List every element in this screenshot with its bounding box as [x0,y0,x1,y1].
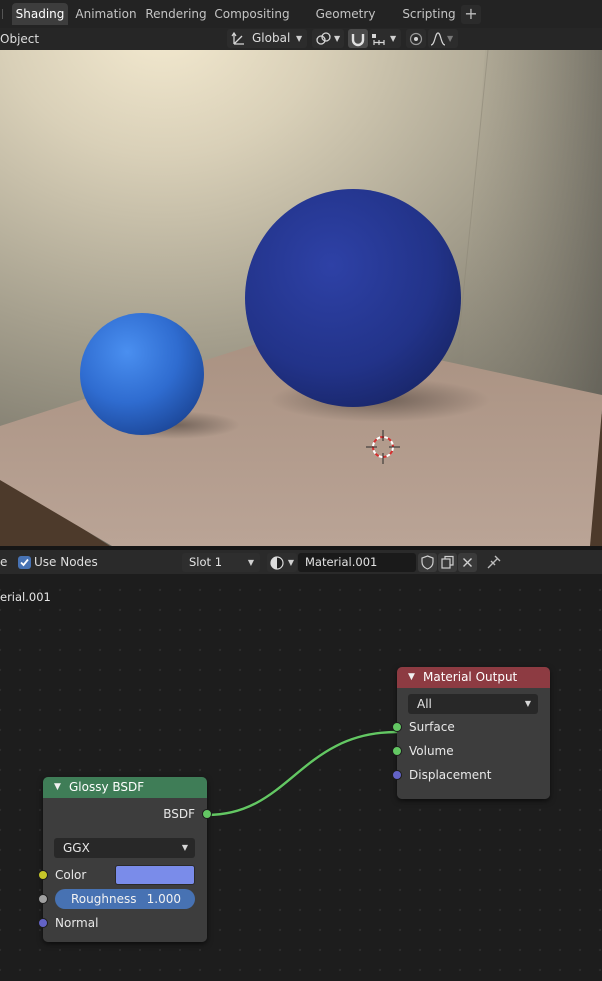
chevron-down-icon: ▼ [447,34,454,43]
chevron-down-icon: ▼ [247,558,254,567]
tab-compositing[interactable]: Compositing [214,3,290,25]
orientation-label: Global [252,31,291,45]
normal-socket[interactable] [38,918,48,928]
pivot-point-dropdown[interactable]: ▼ [312,29,344,48]
viewport-header: Object Global ▼ ▼ ▼ ▼ [0,28,602,50]
3d-viewport[interactable] [0,50,602,546]
node-body: BSDF GGX ▼ Color Roughness 1.000 Normal [38,798,212,942]
view-menu-fragment[interactable]: e [0,554,7,570]
color-label: Color [55,868,87,882]
node-editor-canvas[interactable]: erial.001 ▼ Material Output All ▼ Surfac… [0,574,602,981]
roughness-slider[interactable]: Roughness 1.000 [55,889,195,909]
distribution-dropdown[interactable]: GGX ▼ [54,838,195,858]
snap-toggle[interactable] [348,29,368,48]
chevron-down-icon: ▼ [334,34,341,43]
node-editor-header: e Use Nodes Slot 1 ▼ ▼ Material.001 [0,550,602,574]
orientation-axes-icon [231,31,244,45]
browse-material-dropdown[interactable]: ▼ [267,553,297,572]
displacement-socket[interactable] [392,770,402,780]
node-title: Glossy BSDF [69,780,145,794]
material-name-field[interactable]: Material.001 [298,553,416,572]
chevron-down-icon: ▼ [181,843,188,852]
volume-label: Volume [409,744,454,758]
chevron-down-icon: ▼ [287,558,294,567]
node-header: ▼ Material Output [397,667,550,688]
snap-target-dropdown[interactable]: ▼ [369,29,401,48]
roughness-value: 1.000 [146,892,181,906]
duplicate-material-button[interactable] [438,553,457,572]
close-icon [463,558,472,567]
fake-user-button[interactable] [418,553,437,572]
displacement-label: Displacement [409,768,492,782]
link-chain-icon [316,32,331,45]
object-menu[interactable]: Object [0,31,39,47]
distribution-label: GGX [63,841,90,855]
normal-label: Normal [55,916,99,930]
use-nodes-checkbox[interactable] [18,556,31,569]
magnet-icon [351,34,365,47]
chevron-down-icon: ▼ [296,34,303,43]
chevron-down-icon: ▼ [390,34,397,43]
small-sphere[interactable] [80,313,204,435]
collapse-chevron-icon[interactable]: ▼ [408,667,415,688]
tab-scripting[interactable]: Scripting [401,3,457,25]
roughness-socket[interactable] [38,894,48,904]
viewport-scene [0,50,602,546]
unlink-material-button[interactable] [458,553,477,572]
add-workspace-button[interactable]: + [461,5,481,24]
bsdf-output-label: BSDF [163,807,195,821]
color-socket[interactable] [38,870,48,880]
falloff-curve-icon [430,32,446,46]
node-title: Material Output [423,670,518,684]
slot-label: Slot 1 [189,555,223,569]
duplicate-icon [441,555,454,569]
snap-increment-icon [372,34,385,45]
slot-dropdown[interactable]: Slot 1 ▼ [182,553,260,572]
roughness-label: Roughness [71,892,137,906]
proportional-editing-toggle[interactable] [406,29,426,48]
checkmark-icon [20,558,29,567]
shield-icon [421,555,434,570]
surface-label: Surface [409,720,455,734]
tab-rendering[interactable]: Rendering [145,3,207,25]
color-swatch[interactable] [115,865,195,885]
large-sphere[interactable] [245,189,461,407]
transform-orientation-dropdown[interactable]: Global ▼ [227,29,307,48]
falloff-dropdown[interactable]: ▼ [428,29,458,48]
pin-icon [487,555,501,569]
node-body: All ▼ Surface Volume Displacement [392,688,550,799]
target-label: All [417,697,432,711]
proportional-circle-icon [409,32,423,46]
material-output-node[interactable]: ▼ Material Output All ▼ Surface Volume D… [392,667,550,799]
surface-socket[interactable] [392,722,402,732]
tab-shading[interactable]: Shading [12,3,68,25]
chevron-down-icon: ▼ [524,699,531,708]
use-nodes-label: Use Nodes [34,555,98,569]
workspace-tab-bar: Shading Animation Rendering Compositing … [0,0,602,43]
pin-button[interactable] [484,553,503,572]
volume-socket[interactable] [392,746,402,756]
node-header: ▼ Glossy BSDF [43,777,207,798]
bsdf-to-surface-link[interactable] [206,730,398,817]
glossy-bsdf-node[interactable]: ▼ Glossy BSDF BSDF GGX ▼ Color Roughness… [38,777,212,942]
tab-geometry-nodes[interactable]: Geometry Nodes [297,3,394,43]
tab-separator [2,9,3,19]
material-breadcrumb: erial.001 [0,590,51,604]
bsdf-output-socket[interactable] [202,809,212,819]
material-sphere-icon [270,556,284,570]
tab-animation[interactable]: Animation [73,3,139,25]
target-dropdown[interactable]: All ▼ [408,694,538,714]
collapse-chevron-icon[interactable]: ▼ [54,777,61,798]
